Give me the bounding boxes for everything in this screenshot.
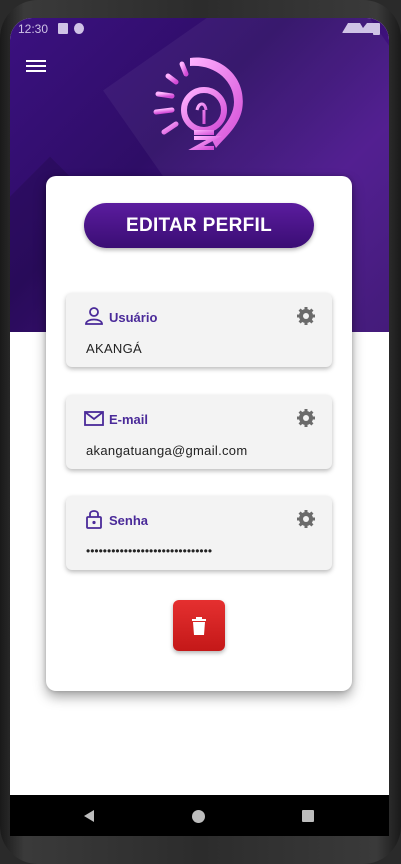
notification-icon (58, 23, 68, 34)
username-label: Usuário (109, 310, 158, 325)
status-bar: 12:30 (10, 18, 389, 40)
edit-profile-button[interactable]: EDITAR PERFIL (84, 203, 314, 248)
lightbulb-logo (153, 57, 243, 150)
back-icon[interactable] (82, 809, 96, 823)
gear-icon[interactable] (296, 306, 316, 326)
password-value: •••••••••••••••••••••••••••••• (86, 544, 213, 558)
hamburger-menu-icon[interactable] (26, 58, 46, 74)
device-frame: 12:30 EDITAR PERFIL Usuário AKANGÁ E-mai… (0, 0, 401, 864)
password-field: Senha •••••••••••••••••••••••••••••• (66, 496, 332, 570)
gear-icon[interactable] (296, 509, 316, 529)
user-icon (85, 307, 103, 325)
username-value: AKANGÁ (86, 341, 142, 356)
password-label: Senha (109, 513, 149, 528)
trash-icon (192, 616, 206, 635)
username-field: Usuário AKANGÁ (66, 293, 332, 367)
system-navigation-bar (10, 795, 389, 836)
email-label: E-mail (109, 412, 149, 427)
screen: 12:30 EDITAR PERFIL Usuário AKANGÁ E-mai… (10, 18, 389, 836)
notification-icon (74, 23, 84, 34)
recent-apps-icon[interactable] (302, 810, 314, 822)
email-value: akangatuanga@gmail.com (86, 443, 248, 458)
email-field: E-mail akangatuanga@gmail.com (66, 395, 332, 469)
battery-icon (373, 23, 380, 35)
status-time: 12:30 (18, 22, 49, 36)
mail-icon (84, 411, 104, 426)
delete-account-button[interactable] (173, 600, 225, 651)
profile-card: EDITAR PERFIL Usuário AKANGÁ E-mail akan… (46, 176, 352, 691)
home-icon[interactable] (192, 810, 205, 823)
gear-icon[interactable] (296, 408, 316, 428)
lock-icon (86, 510, 102, 529)
